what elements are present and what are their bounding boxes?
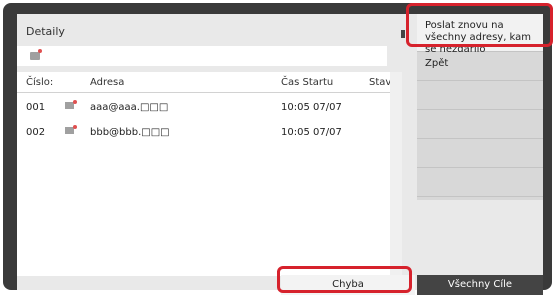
menu-empty-slot (417, 139, 543, 168)
mail-icon (65, 125, 77, 134)
toolbar-row (17, 46, 387, 66)
address-list: Číslo: Adresa Čas Startu Stav 001 aaa@aa… (17, 72, 402, 276)
list-scrollbar[interactable] (390, 72, 402, 276)
menu-empty-slot (417, 168, 543, 197)
col-start-time: Čas Startu (281, 77, 334, 88)
col-number: Číslo: (26, 77, 54, 88)
list-header: Číslo: Adresa Čas Startu Stav (17, 72, 402, 93)
menu-empty-slot (417, 81, 543, 110)
menu-empty-slot (417, 110, 543, 139)
table-row[interactable]: 001 aaa@aaa.□□□ 10:05 07/07 (17, 94, 402, 120)
panel-title: Detaily (26, 25, 65, 38)
all-destinations-button[interactable]: Všechny Cíle (417, 275, 543, 295)
back-button[interactable]: Zpět (417, 52, 543, 81)
detail-panel: Detaily Číslo: Adresa Čas Startu Stav 00… (17, 14, 543, 295)
device-frame: Detaily Číslo: Adresa Čas Startu Stav 00… (3, 3, 552, 295)
resend-label: Poslat znovu na všechny adresy, kam se n… (425, 20, 532, 55)
col-address: Adresa (90, 77, 125, 88)
row-number: 001 (26, 102, 46, 113)
table-row[interactable]: 002 bbb@bbb.□□□ 10:05 07/07 (17, 119, 402, 145)
row-address: bbb@bbb.□□□ (90, 127, 170, 138)
row-number: 002 (26, 127, 46, 138)
back-label: Zpět (425, 58, 449, 69)
error-filter-button[interactable]: Chyba (281, 275, 415, 295)
row-start-time: 10:05 07/07 (281, 102, 342, 113)
row-start-time: 10:05 07/07 (281, 127, 342, 138)
fax-mail-icon (30, 49, 42, 60)
resend-failed-button[interactable]: Poslat znovu na všechny adresy, kam se n… (417, 14, 543, 55)
action-menu: Poslat znovu na všechny adresy, kam se n… (417, 14, 543, 200)
col-status: Stav (369, 77, 392, 88)
pause-icon[interactable] (401, 30, 405, 38)
mail-icon (65, 100, 77, 109)
row-address: aaa@aaa.□□□ (90, 102, 169, 113)
